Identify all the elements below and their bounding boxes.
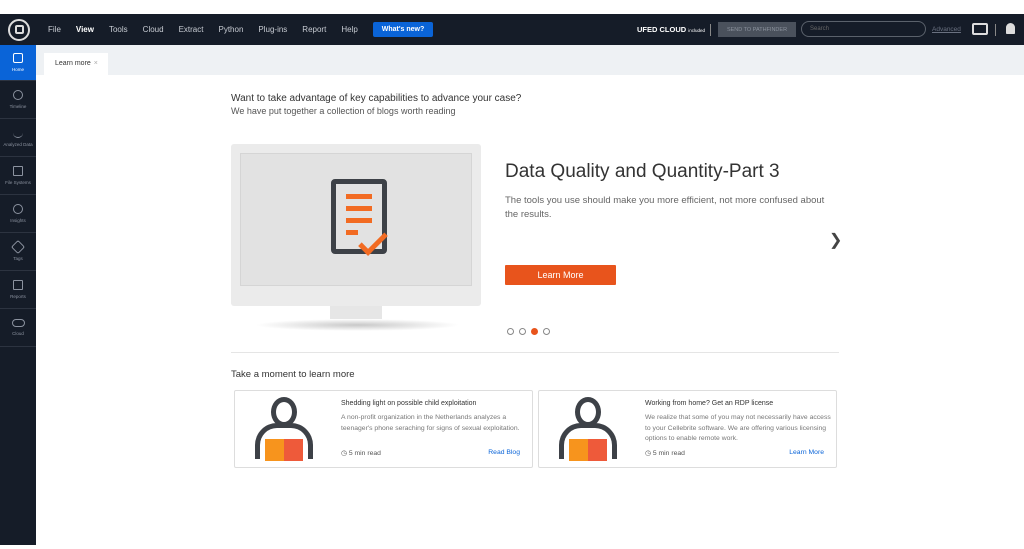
- whats-new-button[interactable]: What's new?: [372, 22, 434, 37]
- menu-plugins[interactable]: Plug-ins: [258, 25, 287, 34]
- card-title: Working from home? Get an RDP license: [645, 400, 774, 407]
- card-description: We realize that some of you may not nece…: [645, 414, 831, 442]
- intro-heading: Want to take advantage of key capabiliti…: [231, 93, 522, 104]
- monitor-illustration: [231, 144, 481, 306]
- ufed-badge: included: [688, 28, 706, 33]
- learn-more-link[interactable]: Learn More: [789, 449, 824, 456]
- menu-cloud[interactable]: Cloud: [143, 25, 164, 34]
- divider: [995, 23, 996, 36]
- tab-label: Learn more: [55, 60, 91, 67]
- read-time-text: 5 min read: [652, 450, 685, 457]
- top-bar: File View Tools Cloud Extract Python Plu…: [0, 14, 1024, 45]
- carousel-dot[interactable]: [543, 328, 550, 335]
- menu-extract[interactable]: Extract: [179, 25, 204, 34]
- menu-help[interactable]: Help: [341, 25, 357, 34]
- sidebar-label: Insights: [10, 218, 26, 223]
- blog-card: Working from home? Get an RDP license We…: [538, 390, 837, 468]
- advanced-link[interactable]: Advanced: [932, 26, 961, 33]
- clock-icon: ◷: [645, 450, 653, 457]
- section-title: Take a moment to learn more: [231, 369, 355, 380]
- sidebar-item-cloud[interactable]: Cloud: [0, 309, 36, 347]
- tree-icon: [13, 166, 23, 176]
- read-time: ◷ 5 min read: [341, 449, 381, 457]
- divider: [231, 352, 839, 353]
- hero-description: The tools you use should make you more e…: [505, 195, 825, 220]
- carousel-dots: [507, 328, 555, 335]
- send-to-pathfinder-button[interactable]: SEND TO PATHFINDER: [718, 22, 796, 37]
- sidebar-label: Timeline: [9, 104, 27, 109]
- cloud-icon: [11, 319, 25, 327]
- sidebar: Home Timeline Analyzed Data File Systems…: [0, 45, 36, 545]
- hero-title: Data Quality and Quantity-Part 3: [505, 161, 780, 182]
- sidebar-label: Tags: [13, 256, 23, 261]
- intro-subheading: We have put together a collection of blo…: [231, 106, 456, 116]
- lightbulb-icon: [13, 204, 23, 214]
- pulse-icon: [13, 128, 23, 138]
- read-time: ◷ 5 min read: [645, 449, 685, 457]
- carousel-dot[interactable]: [507, 328, 514, 335]
- sidebar-item-home[interactable]: Home: [0, 45, 36, 81]
- card-description: A non-profit organization in the Netherl…: [341, 414, 520, 432]
- screen: [240, 153, 472, 286]
- search-input[interactable]: Search: [801, 21, 926, 37]
- sidebar-label: Home: [11, 67, 24, 72]
- home-icon: [13, 53, 23, 63]
- menu-tools[interactable]: Tools: [109, 25, 128, 34]
- menu-report[interactable]: Report: [302, 25, 326, 34]
- close-icon[interactable]: ×: [94, 60, 98, 67]
- sidebar-item-file-systems[interactable]: File Systems: [0, 157, 36, 195]
- reader-icon: [251, 397, 317, 463]
- tab-strip: Learn more ×: [36, 45, 1024, 75]
- ufed-cloud-text: UFED CLOUD: [637, 25, 687, 34]
- sidebar-item-reports[interactable]: Reports: [0, 271, 36, 309]
- sidebar-label: Reports: [10, 294, 26, 299]
- sidebar-item-insights[interactable]: Insights: [0, 195, 36, 233]
- reader-icon: [555, 397, 621, 463]
- divider: [710, 23, 711, 36]
- screenshot-icon[interactable]: [972, 23, 988, 35]
- ufed-cloud-label: UFED CLOUD included: [637, 25, 705, 34]
- menu-view[interactable]: View: [76, 25, 94, 34]
- monitor-shadow: [255, 319, 460, 331]
- tab-learn-more[interactable]: Learn more ×: [44, 53, 108, 75]
- bell-icon[interactable]: [1006, 23, 1015, 34]
- menu-python[interactable]: Python: [218, 25, 243, 34]
- app-logo-icon: [8, 18, 30, 41]
- read-time-text: 5 min read: [348, 450, 381, 457]
- sidebar-item-timeline[interactable]: Timeline: [0, 81, 36, 119]
- sidebar-label: Cloud: [12, 331, 24, 336]
- menu-file[interactable]: File: [48, 25, 61, 34]
- monitor-stand: [330, 306, 382, 320]
- menu-bar: File View Tools Cloud Extract Python Plu…: [48, 25, 373, 34]
- tag-icon: [10, 239, 26, 255]
- sidebar-label: File Systems: [5, 180, 31, 185]
- report-icon: [13, 280, 23, 290]
- read-blog-link[interactable]: Read Blog: [488, 449, 520, 456]
- chevron-right-icon[interactable]: ❯: [829, 230, 842, 250]
- blog-card: Shedding light on possible child exploit…: [234, 390, 533, 468]
- sidebar-label: Analyzed Data: [3, 142, 33, 147]
- hero-learn-more-button[interactable]: Learn More: [505, 265, 616, 285]
- sidebar-item-tags[interactable]: Tags: [0, 233, 36, 271]
- clock-icon: ◷: [341, 450, 349, 457]
- clock-icon: [13, 90, 23, 100]
- sidebar-item-analyzed-data[interactable]: Analyzed Data: [0, 119, 36, 157]
- carousel-dot-active[interactable]: [531, 328, 538, 335]
- carousel-dot[interactable]: [519, 328, 526, 335]
- card-title: Shedding light on possible child exploit…: [341, 400, 477, 407]
